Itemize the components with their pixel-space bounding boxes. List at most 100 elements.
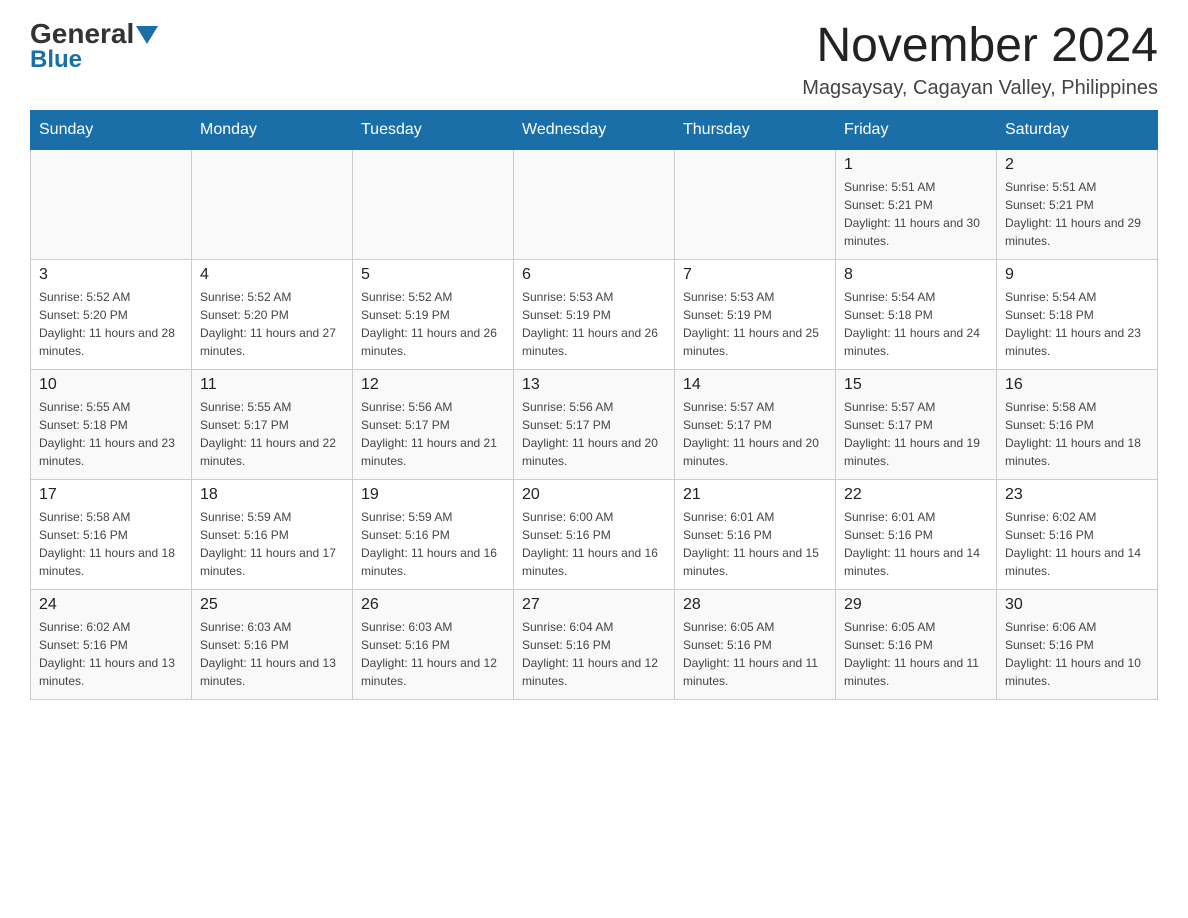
day-number: 16 <box>1005 376 1149 394</box>
day-info: Sunrise: 5:59 AMSunset: 5:16 PMDaylight:… <box>200 508 344 580</box>
table-row: 13 Sunrise: 5:56 AMSunset: 5:17 PMDayligh… <box>514 369 675 479</box>
day-number: 9 <box>1005 266 1149 284</box>
day-info: Sunrise: 5:52 AMSunset: 5:19 PMDaylight:… <box>361 288 505 360</box>
col-header-tuesday: Tuesday <box>353 110 514 149</box>
table-row: 18 Sunrise: 5:59 AMSunset: 5:16 PMDayligh… <box>192 479 353 589</box>
day-number: 8 <box>844 266 988 284</box>
table-row: 28Sunrise: 6:05 AMSunset: 5:16 PMDayligh… <box>675 589 836 699</box>
col-header-thursday: Thursday <box>675 110 836 149</box>
table-row: 15Sunrise: 5:57 AMSunset: 5:17 PMDayligh… <box>836 369 997 479</box>
calendar-row-5: 24Sunrise: 6:02 AMSunset: 5:16 PMDayligh… <box>31 589 1158 699</box>
location: Magsaysay, Cagayan Valley, Philippines <box>802 77 1158 100</box>
day-number: 15 <box>844 376 988 394</box>
day-number: 23 <box>1005 486 1149 504</box>
table-row: 24Sunrise: 6:02 AMSunset: 5:16 PMDayligh… <box>31 589 192 699</box>
day-info: Sunrise: 6:02 AMSunset: 5:16 PMDaylight:… <box>1005 508 1149 580</box>
day-number: 22 <box>844 486 988 504</box>
table-row: 8 Sunrise: 5:54 AMSunset: 5:18 PMDaylight… <box>836 259 997 369</box>
logo-general: General <box>30 20 134 48</box>
day-info: Sunrise: 5:56 AMSunset: 5:17 PMDaylight:… <box>361 398 505 470</box>
table-row: 5 Sunrise: 5:52 AMSunset: 5:19 PMDaylight… <box>353 259 514 369</box>
table-row: 4 Sunrise: 5:52 AMSunset: 5:20 PMDaylight… <box>192 259 353 369</box>
day-info: Sunrise: 5:59 AMSunset: 5:16 PMDaylight:… <box>361 508 505 580</box>
day-number: 2 <box>1005 156 1149 174</box>
day-number: 11 <box>200 376 344 394</box>
logo-blue: Blue <box>30 46 82 74</box>
table-row <box>192 149 353 259</box>
day-info: Sunrise: 6:05 AMSunset: 5:16 PMDaylight:… <box>844 618 988 690</box>
day-number: 12 <box>361 376 505 394</box>
day-info: Sunrise: 5:55 AMSunset: 5:17 PMDaylight:… <box>200 398 344 470</box>
day-info: Sunrise: 5:57 AMSunset: 5:17 PMDaylight:… <box>683 398 827 470</box>
day-number: 19 <box>361 486 505 504</box>
day-info: Sunrise: 5:54 AMSunset: 5:18 PMDaylight:… <box>1005 288 1149 360</box>
day-info: Sunrise: 5:55 AMSunset: 5:18 PMDaylight:… <box>39 398 183 470</box>
col-header-friday: Friday <box>836 110 997 149</box>
calendar-row-2: 3 Sunrise: 5:52 AMSunset: 5:20 PMDaylight… <box>31 259 1158 369</box>
calendar-row-4: 17Sunrise: 5:58 AMSunset: 5:16 PMDayligh… <box>31 479 1158 589</box>
table-row: 14 Sunrise: 5:57 AMSunset: 5:17 PMDayligh… <box>675 369 836 479</box>
table-row <box>514 149 675 259</box>
table-row: 29Sunrise: 6:05 AMSunset: 5:16 PMDayligh… <box>836 589 997 699</box>
day-number: 20 <box>522 486 666 504</box>
day-info: Sunrise: 6:00 AMSunset: 5:16 PMDaylight:… <box>522 508 666 580</box>
table-row: 20 Sunrise: 6:00 AMSunset: 5:16 PMDayligh… <box>514 479 675 589</box>
table-row: 3 Sunrise: 5:52 AMSunset: 5:20 PMDaylight… <box>31 259 192 369</box>
day-info: Sunrise: 5:58 AMSunset: 5:16 PMDaylight:… <box>1005 398 1149 470</box>
table-row: 22 Sunrise: 6:01 AMSunset: 5:16 PMDayligh… <box>836 479 997 589</box>
day-info: Sunrise: 6:04 AMSunset: 5:16 PMDaylight:… <box>522 618 666 690</box>
col-header-saturday: Saturday <box>997 110 1158 149</box>
table-row: 27 Sunrise: 6:04 AMSunset: 5:16 PMDayligh… <box>514 589 675 699</box>
day-number: 21 <box>683 486 827 504</box>
day-number: 25 <box>200 596 344 614</box>
month-title: November 2024 <box>802 20 1158 73</box>
table-row: 1Sunrise: 5:51 AMSunset: 5:21 PMDaylight… <box>836 149 997 259</box>
table-row: 6Sunrise: 5:53 AMSunset: 5:19 PMDaylight… <box>514 259 675 369</box>
logo-arrow-icon <box>136 26 158 44</box>
day-info: Sunrise: 5:54 AMSunset: 5:18 PMDaylight:… <box>844 288 988 360</box>
day-number: 28 <box>683 596 827 614</box>
day-info: Sunrise: 5:56 AMSunset: 5:17 PMDaylight:… <box>522 398 666 470</box>
day-number: 30 <box>1005 596 1149 614</box>
day-number: 13 <box>522 376 666 394</box>
day-info: Sunrise: 5:51 AMSunset: 5:21 PMDaylight:… <box>1005 178 1149 250</box>
day-info: Sunrise: 5:51 AMSunset: 5:21 PMDaylight:… <box>844 178 988 250</box>
day-number: 18 <box>200 486 344 504</box>
day-number: 27 <box>522 596 666 614</box>
table-row: 11 Sunrise: 5:55 AMSunset: 5:17 PMDayligh… <box>192 369 353 479</box>
page-header: General Blue November 2024 Magsaysay, Ca… <box>30 20 1158 100</box>
table-row: 26Sunrise: 6:03 AMSunset: 5:16 PMDayligh… <box>353 589 514 699</box>
day-info: Sunrise: 5:52 AMSunset: 5:20 PMDaylight:… <box>39 288 183 360</box>
table-row: 2 Sunrise: 5:51 AMSunset: 5:21 PMDaylight… <box>997 149 1158 259</box>
title-area: November 2024 Magsaysay, Cagayan Valley,… <box>802 20 1158 100</box>
col-header-monday: Monday <box>192 110 353 149</box>
day-number: 7 <box>683 266 827 284</box>
table-row: 16 Sunrise: 5:58 AMSunset: 5:16 PMDayligh… <box>997 369 1158 479</box>
day-number: 5 <box>361 266 505 284</box>
calendar-row-3: 10 Sunrise: 5:55 AMSunset: 5:18 PMDayligh… <box>31 369 1158 479</box>
day-number: 10 <box>39 376 183 394</box>
day-info: Sunrise: 6:01 AMSunset: 5:16 PMDaylight:… <box>844 508 988 580</box>
calendar-row-1: 1Sunrise: 5:51 AMSunset: 5:21 PMDaylight… <box>31 149 1158 259</box>
day-number: 4 <box>200 266 344 284</box>
day-number: 14 <box>683 376 827 394</box>
day-info: Sunrise: 6:03 AMSunset: 5:16 PMDaylight:… <box>200 618 344 690</box>
table-row <box>353 149 514 259</box>
table-row: 25 Sunrise: 6:03 AMSunset: 5:16 PMDayligh… <box>192 589 353 699</box>
table-row: 9 Sunrise: 5:54 AMSunset: 5:18 PMDaylight… <box>997 259 1158 369</box>
table-row: 17Sunrise: 5:58 AMSunset: 5:16 PMDayligh… <box>31 479 192 589</box>
day-info: Sunrise: 6:02 AMSunset: 5:16 PMDaylight:… <box>39 618 183 690</box>
table-row: 7Sunrise: 5:53 AMSunset: 5:19 PMDaylight… <box>675 259 836 369</box>
day-info: Sunrise: 6:06 AMSunset: 5:16 PMDaylight:… <box>1005 618 1149 690</box>
day-number: 3 <box>39 266 183 284</box>
col-header-wednesday: Wednesday <box>514 110 675 149</box>
day-info: Sunrise: 5:53 AMSunset: 5:19 PMDaylight:… <box>522 288 666 360</box>
calendar-header-row: SundayMondayTuesdayWednesdayThursdayFrid… <box>31 110 1158 149</box>
day-number: 26 <box>361 596 505 614</box>
day-info: Sunrise: 5:52 AMSunset: 5:20 PMDaylight:… <box>200 288 344 360</box>
table-row: 30 Sunrise: 6:06 AMSunset: 5:16 PMDayligh… <box>997 589 1158 699</box>
logo: General Blue <box>30 20 158 74</box>
table-row <box>31 149 192 259</box>
col-header-sunday: Sunday <box>31 110 192 149</box>
day-info: Sunrise: 6:01 AMSunset: 5:16 PMDaylight:… <box>683 508 827 580</box>
